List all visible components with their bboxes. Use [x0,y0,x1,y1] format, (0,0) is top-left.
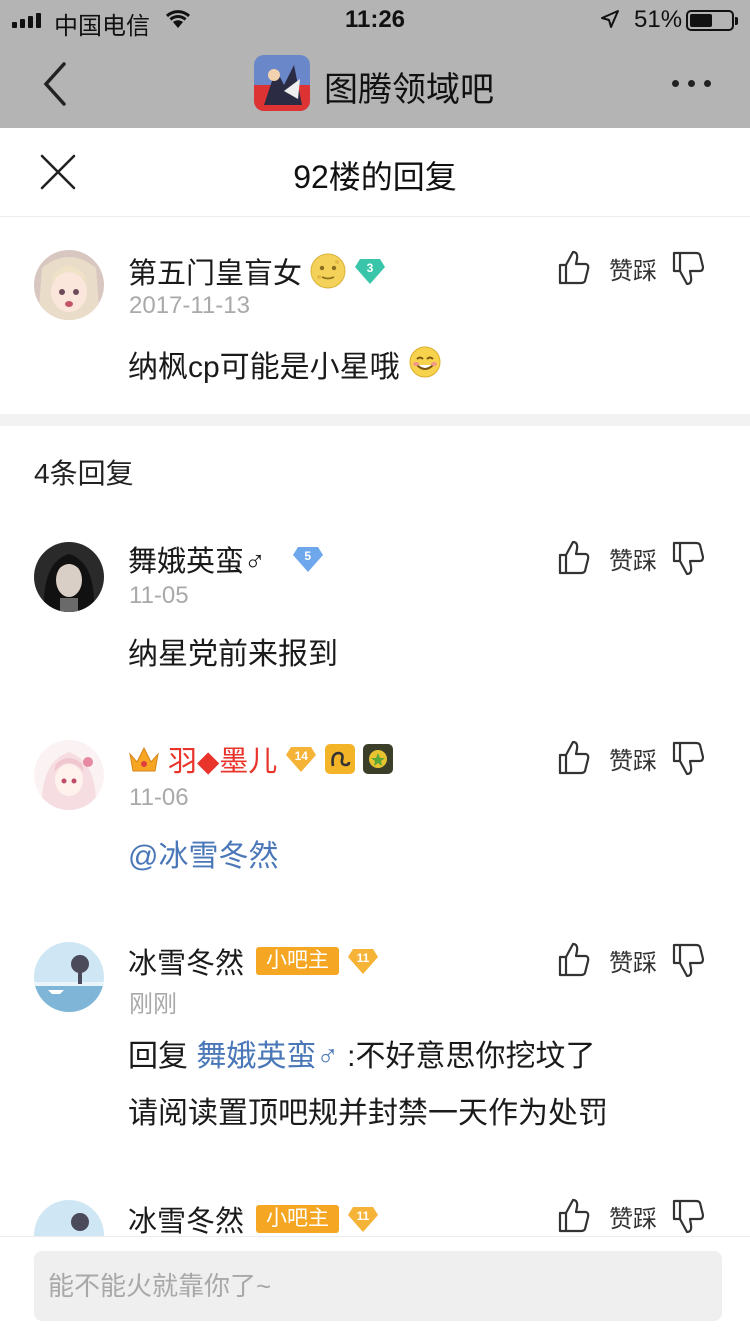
vote-label: 赞踩 [609,747,657,775]
vote-label: 赞踩 [609,257,657,285]
vote-actions: 赞踩 [557,250,705,286]
battery-percent: 51% [634,6,683,33]
level-gem-icon: 14 [285,745,317,773]
post-date: 2017-11-13 [129,292,250,319]
smile-emoji-icon [408,341,442,398]
level-gem-icon: 11 [347,1205,379,1233]
panel-title: 92楼的回复 [293,159,457,195]
avatar[interactable] [34,250,104,320]
more-dots-icon[interactable] [672,80,711,87]
reply-content: 纳星党前来报到 [128,638,338,671]
status-bar: 中国电信 11:26 51% [0,0,750,40]
post-text: 纳枫cp可能是小星哦 [128,351,400,384]
avatar[interactable] [34,942,104,1012]
thumbs-down-icon[interactable] [671,942,705,978]
avatar[interactable] [34,1200,104,1236]
forum-avatar[interactable] [254,55,310,111]
reply-date: 11-05 [129,582,189,609]
reply-input[interactable] [34,1251,722,1321]
username[interactable]: 冰雪冬然 [128,940,244,982]
vote-label: 赞踩 [609,547,657,575]
username-row: 冰雪冬然 小吧主 11 [128,940,379,982]
reply-content: @冰雪冬然 [128,828,278,885]
username[interactable]: 舞娥英蛮♂ [128,538,266,580]
vote-label: 赞踩 [609,1205,657,1233]
username-row: 冰雪冬然 小吧主 11 [128,1198,379,1236]
username[interactable]: 第五门皇盲女 [128,250,302,292]
reply-item: 冰雪冬然 小吧主 11 赞踩 [0,1166,750,1236]
avatar[interactable] [34,542,104,612]
battery-icon [686,10,738,31]
reply-date: 11-06 [129,784,189,811]
level-gem-icon: 11 [347,947,379,975]
location-arrow-icon [601,10,619,28]
avatar[interactable] [34,740,104,810]
vote-actions: 赞踩 [557,540,705,576]
medal-badge-icon [363,744,394,774]
reply-line-1: 回复 舞娥英蛮♂ :不好意思你挖坟了 [128,1040,596,1073]
reply-item: 冰雪冬然 小吧主 11 刚刚 回复 舞娥英蛮♂ :不好意思你挖坟了 请阅读置顶吧… [0,908,750,1168]
thumbs-down-icon[interactable] [671,250,705,286]
main-post: 第五门皇盲女 3 2017-11-13 纳枫cp可能是小星哦 赞踩 [0,216,750,414]
forum-title: 图腾领域吧 [324,71,494,109]
username-row: 舞娥英蛮♂ 5 [128,538,324,580]
reply-item: 羽◆墨儿 14 11-06 @冰雪冬然 赞踩 [0,708,750,908]
username[interactable]: 羽◆墨儿 [168,738,277,780]
username-row: 羽◆墨儿 14 [128,738,394,780]
nav-bar: 图腾领域吧 [0,40,750,128]
vote-actions: 赞踩 [557,1198,705,1234]
thumbs-down-icon[interactable] [671,740,705,776]
username-row: 第五门皇盲女 3 [128,250,386,292]
thumbs-up-icon[interactable] [557,1198,591,1234]
crown-icon [129,746,159,772]
reply-bar [0,1236,750,1335]
level-gem-icon: 3 [354,257,386,285]
vote-label: 赞踩 [609,949,657,977]
reply-item: 舞娥英蛮♂ 5 11-05 纳星党前来报到 赞踩 [0,508,750,708]
level-gem-icon: 5 [292,545,324,573]
top-bar: 中国电信 11:26 51% 图腾领域吧 [0,0,750,128]
thumbs-up-icon[interactable] [557,942,591,978]
section-divider [0,414,750,426]
reply-content: 回复 舞娥英蛮♂ :不好意思你挖坟了 请阅读置顶吧规并封禁一天作为处罚 [128,1028,608,1142]
reply-date: 刚刚 [129,991,177,1018]
moon-emoji-icon [310,253,346,289]
vote-actions: 赞踩 [557,740,705,776]
reply-count: 4条回复 [34,458,134,489]
thumbs-up-icon[interactable] [557,740,591,776]
panel-header: 92楼的回复 [0,128,750,217]
thumbs-down-icon[interactable] [671,1198,705,1234]
vote-actions: 赞踩 [557,942,705,978]
thumbs-down-icon[interactable] [671,540,705,576]
reply-target-link[interactable]: 舞娥英蛮♂ [196,1040,339,1073]
mention-link[interactable]: @冰雪冬然 [128,840,278,873]
forum-owner-badge: 小吧主 [256,947,340,975]
thumbs-up-icon[interactable] [557,540,591,576]
username[interactable]: 冰雪冬然 [128,1198,244,1236]
leo-badge-icon [325,744,356,774]
forum-owner-badge: 小吧主 [256,1205,340,1233]
reply-line-2: 请阅读置顶吧规并封禁一天作为处罚 [128,1097,608,1130]
post-content: 纳枫cp可能是小星哦 [128,339,442,398]
chevron-left-icon[interactable] [36,60,76,108]
thumbs-up-icon[interactable] [557,250,591,286]
